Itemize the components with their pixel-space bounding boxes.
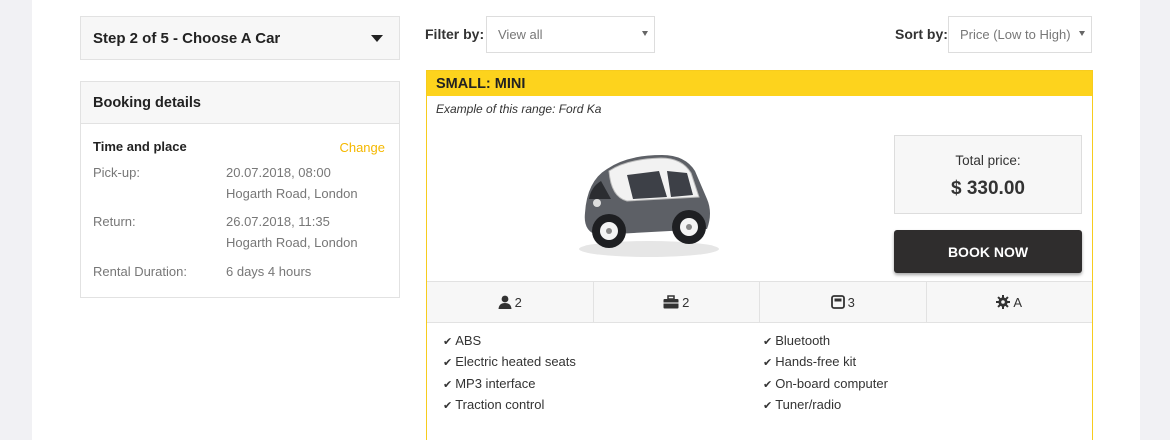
book-now-button[interactable]: BOOK NOW	[894, 230, 1082, 273]
booking-details-panel: Booking details Time and place Change Pi…	[80, 81, 400, 298]
return-label: Return:	[93, 214, 136, 229]
spec-luggage-value: 2	[682, 294, 690, 310]
check-icon: ✔	[443, 357, 453, 369]
check-icon: ✔	[763, 379, 773, 391]
step-dropdown[interactable]: Step 2 of 5 - Choose A Car	[80, 16, 400, 60]
feature-item: ✔ ABS	[443, 333, 482, 348]
car-specs: 2 2 3 A	[427, 281, 1092, 323]
total-price-label: Total price:	[955, 153, 1021, 168]
feature-item: ✔ Tuner/radio	[763, 397, 842, 412]
feature-item: ✔ Hands-free kit	[763, 354, 857, 369]
total-price-box: Total price: $ 330.00	[894, 135, 1082, 214]
feature-item: ✔ Traction control	[443, 397, 545, 412]
duration-label: Rental Duration:	[93, 264, 187, 279]
spec-luggage: 2	[594, 282, 760, 322]
filter-value: View all	[498, 27, 543, 42]
return-datetime: 26.07.2018, 11:35	[226, 214, 330, 229]
sort-value: Price (Low to High)	[960, 27, 1071, 42]
car-image	[579, 155, 719, 257]
duration-value: 6 days 4 hours	[226, 264, 312, 279]
filter-select[interactable]: View all	[486, 16, 655, 53]
check-icon: ✔	[443, 400, 453, 412]
time-place-title: Time and place	[93, 139, 187, 154]
sort-label: Sort by:	[895, 26, 948, 42]
feature-item: ✔ On-board computer	[763, 376, 888, 391]
check-icon: ✔	[443, 336, 453, 348]
car-example: Example of this range: Ford Ka	[436, 102, 602, 116]
pickup-place: Hogarth Road, London	[226, 186, 358, 201]
check-icon: ✔	[443, 379, 453, 391]
total-price-value: $ 330.00	[951, 178, 1025, 199]
change-link[interactable]: Change	[339, 140, 385, 155]
booking-details-title: Booking details	[81, 82, 399, 124]
feature-item: ✔ Bluetooth	[763, 333, 831, 348]
car-category: SMALL: MINI	[427, 71, 1092, 96]
chevron-down-icon	[371, 34, 383, 42]
user-icon	[498, 295, 512, 309]
spec-transmission-value: A	[1013, 294, 1023, 310]
gear-icon	[996, 295, 1011, 309]
spec-doors-value: 3	[847, 294, 855, 310]
caret-down-icon	[1079, 31, 1085, 36]
pickup-datetime: 20.07.2018, 08:00	[226, 165, 331, 180]
door-icon	[830, 295, 845, 309]
check-icon: ✔	[763, 357, 773, 369]
check-icon: ✔	[763, 336, 773, 348]
spec-passengers: 2	[427, 282, 594, 322]
return-place: Hogarth Road, London	[226, 235, 358, 250]
feature-item: ✔ Electric heated seats	[443, 354, 576, 369]
car-card: SMALL: MINI Example of this range: Ford …	[426, 70, 1093, 440]
step-label: Step 2 of 5 - Choose A Car	[93, 29, 281, 47]
spec-doors: 3	[760, 282, 927, 322]
spec-passengers-value: 2	[514, 294, 522, 310]
check-icon: ✔	[763, 400, 773, 412]
spec-transmission: A	[927, 282, 1093, 322]
caret-down-icon	[642, 31, 648, 36]
pickup-label: Pick-up:	[93, 165, 140, 180]
suitcase-icon	[663, 295, 679, 309]
filter-label: Filter by:	[425, 26, 485, 42]
sort-select[interactable]: Price (Low to High)	[948, 16, 1092, 53]
feature-item: ✔ MP3 interface	[443, 376, 536, 391]
